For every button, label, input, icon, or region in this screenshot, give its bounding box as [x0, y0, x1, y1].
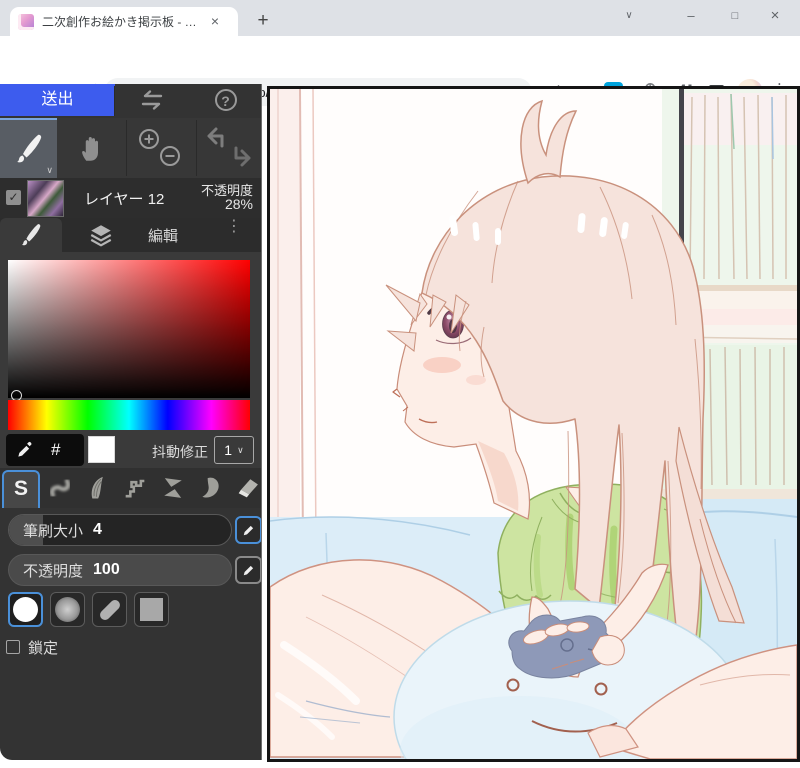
layer-opacity-value[interactable]: 28%: [225, 196, 253, 212]
redo-icon[interactable]: [234, 146, 251, 167]
undo-redo-group: [196, 118, 261, 178]
close-button[interactable]: ×: [758, 0, 792, 34]
color-controls-row: # 抖動修正 1 ∨: [0, 434, 261, 468]
brush-tip-square-button[interactable]: [134, 592, 169, 627]
layer-visibility-checkbox[interactable]: ✓: [6, 190, 21, 205]
tool-fur-brush-icon[interactable]: [83, 474, 111, 502]
brush-size-value: 4: [93, 521, 102, 538]
tip-solid-circle-icon: [13, 597, 38, 622]
opacity-slider[interactable]: 不透明度 100: [8, 554, 232, 586]
hand-icon: [81, 136, 98, 161]
jitter-label: 抖動修正: [152, 444, 208, 460]
tool-pixel-pen-icon[interactable]: [121, 474, 149, 502]
help-button[interactable]: ?: [189, 84, 261, 116]
help-icon: ?: [214, 89, 237, 111]
color-input-group: #: [6, 434, 84, 466]
tool-pen-s[interactable]: S: [2, 470, 40, 508]
current-color-swatch[interactable]: [88, 436, 115, 463]
submit-button[interactable]: 送出: [0, 84, 115, 116]
panel-menu-icon[interactable]: ⋮: [226, 219, 242, 235]
tab-brush[interactable]: [0, 218, 62, 252]
brush-tip-circle-button[interactable]: [8, 592, 43, 627]
brush-size-edit-button[interactable]: [235, 516, 261, 544]
artwork: [270, 89, 797, 759]
browser-window: 二次創作お絵かき掲示板 - お絵かき × + ∨ – □ × paintbbs.…: [0, 0, 800, 768]
swap-colors-button[interactable]: [115, 84, 189, 116]
drawing-canvas[interactable]: [267, 86, 800, 762]
brush-icon: [16, 134, 41, 163]
tab-close-icon[interactable]: ×: [206, 13, 224, 31]
brush-tip-stroke-button[interactable]: [92, 592, 127, 627]
tip-square-icon: [140, 598, 163, 621]
tool-eraser-icon[interactable]: [234, 474, 261, 502]
favicon-icon: [18, 13, 34, 30]
tab-bar: 二次創作お絵かき掲示板 - お絵かき × + ∨ – □ ×: [0, 0, 800, 36]
navigation-bar: paintbbs.sakura.ne.jp/oeb/cgi/hanken/ ☆ …: [0, 36, 800, 106]
pen-edit-icon: [243, 565, 253, 576]
opacity-value: 100: [93, 561, 120, 578]
lock-label: 鎖定: [28, 640, 59, 657]
zoom-tool-group: [126, 118, 196, 178]
undo-icon[interactable]: [207, 127, 224, 148]
lock-checkbox[interactable]: [6, 640, 20, 654]
brush-dropdown-chevron: ∨: [46, 165, 53, 175]
tool-button-row: ∨: [0, 118, 261, 178]
zoom-out-icon[interactable]: [160, 146, 180, 166]
brush-size-label: 筆刷大小: [23, 522, 84, 540]
maximize-button[interactable]: □: [718, 0, 752, 34]
tab-layers[interactable]: [88, 222, 114, 253]
tool-marker-icon[interactable]: [196, 474, 224, 502]
tip-diagonal-stroke-icon: [97, 597, 122, 622]
swap-arrows-icon: [141, 90, 163, 110]
zoom-in-icon[interactable]: [139, 129, 159, 149]
jitter-value: 1: [224, 442, 233, 458]
brush-type-strip: S: [0, 468, 261, 508]
dropdown-chevron-icon: ∨: [237, 444, 244, 455]
tab-search-icon[interactable]: ∨: [612, 0, 646, 34]
paint-tool-panel: 送出 ? ∨ ✓ レイヤー 12 不透明度 28% 編輯 ⋮ # 抖動修正 1 …: [0, 84, 262, 760]
saturation-value-box[interactable]: [8, 260, 250, 401]
tab-title: 二次創作お絵かき掲示板 - お絵かき: [42, 15, 202, 29]
brush-size-slider[interactable]: 筆刷大小 4: [8, 514, 232, 546]
hand-tool-button[interactable]: [57, 118, 126, 178]
browser-tab[interactable]: 二次創作お絵かき掲示板 - お絵かき ×: [10, 7, 238, 36]
jitter-dropdown[interactable]: 1 ∨: [214, 436, 254, 464]
layer-thumbnail[interactable]: [27, 180, 64, 217]
hex-input-button[interactable]: #: [51, 440, 60, 460]
tool-ribbon-icon[interactable]: [159, 474, 187, 502]
opacity-edit-button[interactable]: [235, 556, 261, 584]
brush-tool-button[interactable]: ∨: [0, 118, 57, 178]
new-tab-button[interactable]: +: [250, 9, 276, 35]
layers-icon: [90, 225, 112, 247]
eyedropper-icon[interactable]: [15, 440, 35, 460]
tip-noise-circle-icon: [55, 597, 80, 622]
brush-tip-noise-button[interactable]: [50, 592, 85, 627]
tab-edit[interactable]: 編輯: [148, 225, 178, 246]
layer-name[interactable]: レイヤー 12: [84, 188, 164, 209]
pen-edit-icon: [243, 525, 253, 536]
brush-tab-icon: [21, 224, 41, 246]
opacity-label: 不透明度: [23, 562, 84, 580]
hue-bar[interactable]: [8, 400, 250, 430]
tool-soft-brush-icon[interactable]: [46, 474, 74, 502]
color-picker: # 抖動修正 1 ∨: [0, 252, 261, 468]
minimize-button[interactable]: –: [674, 0, 708, 34]
